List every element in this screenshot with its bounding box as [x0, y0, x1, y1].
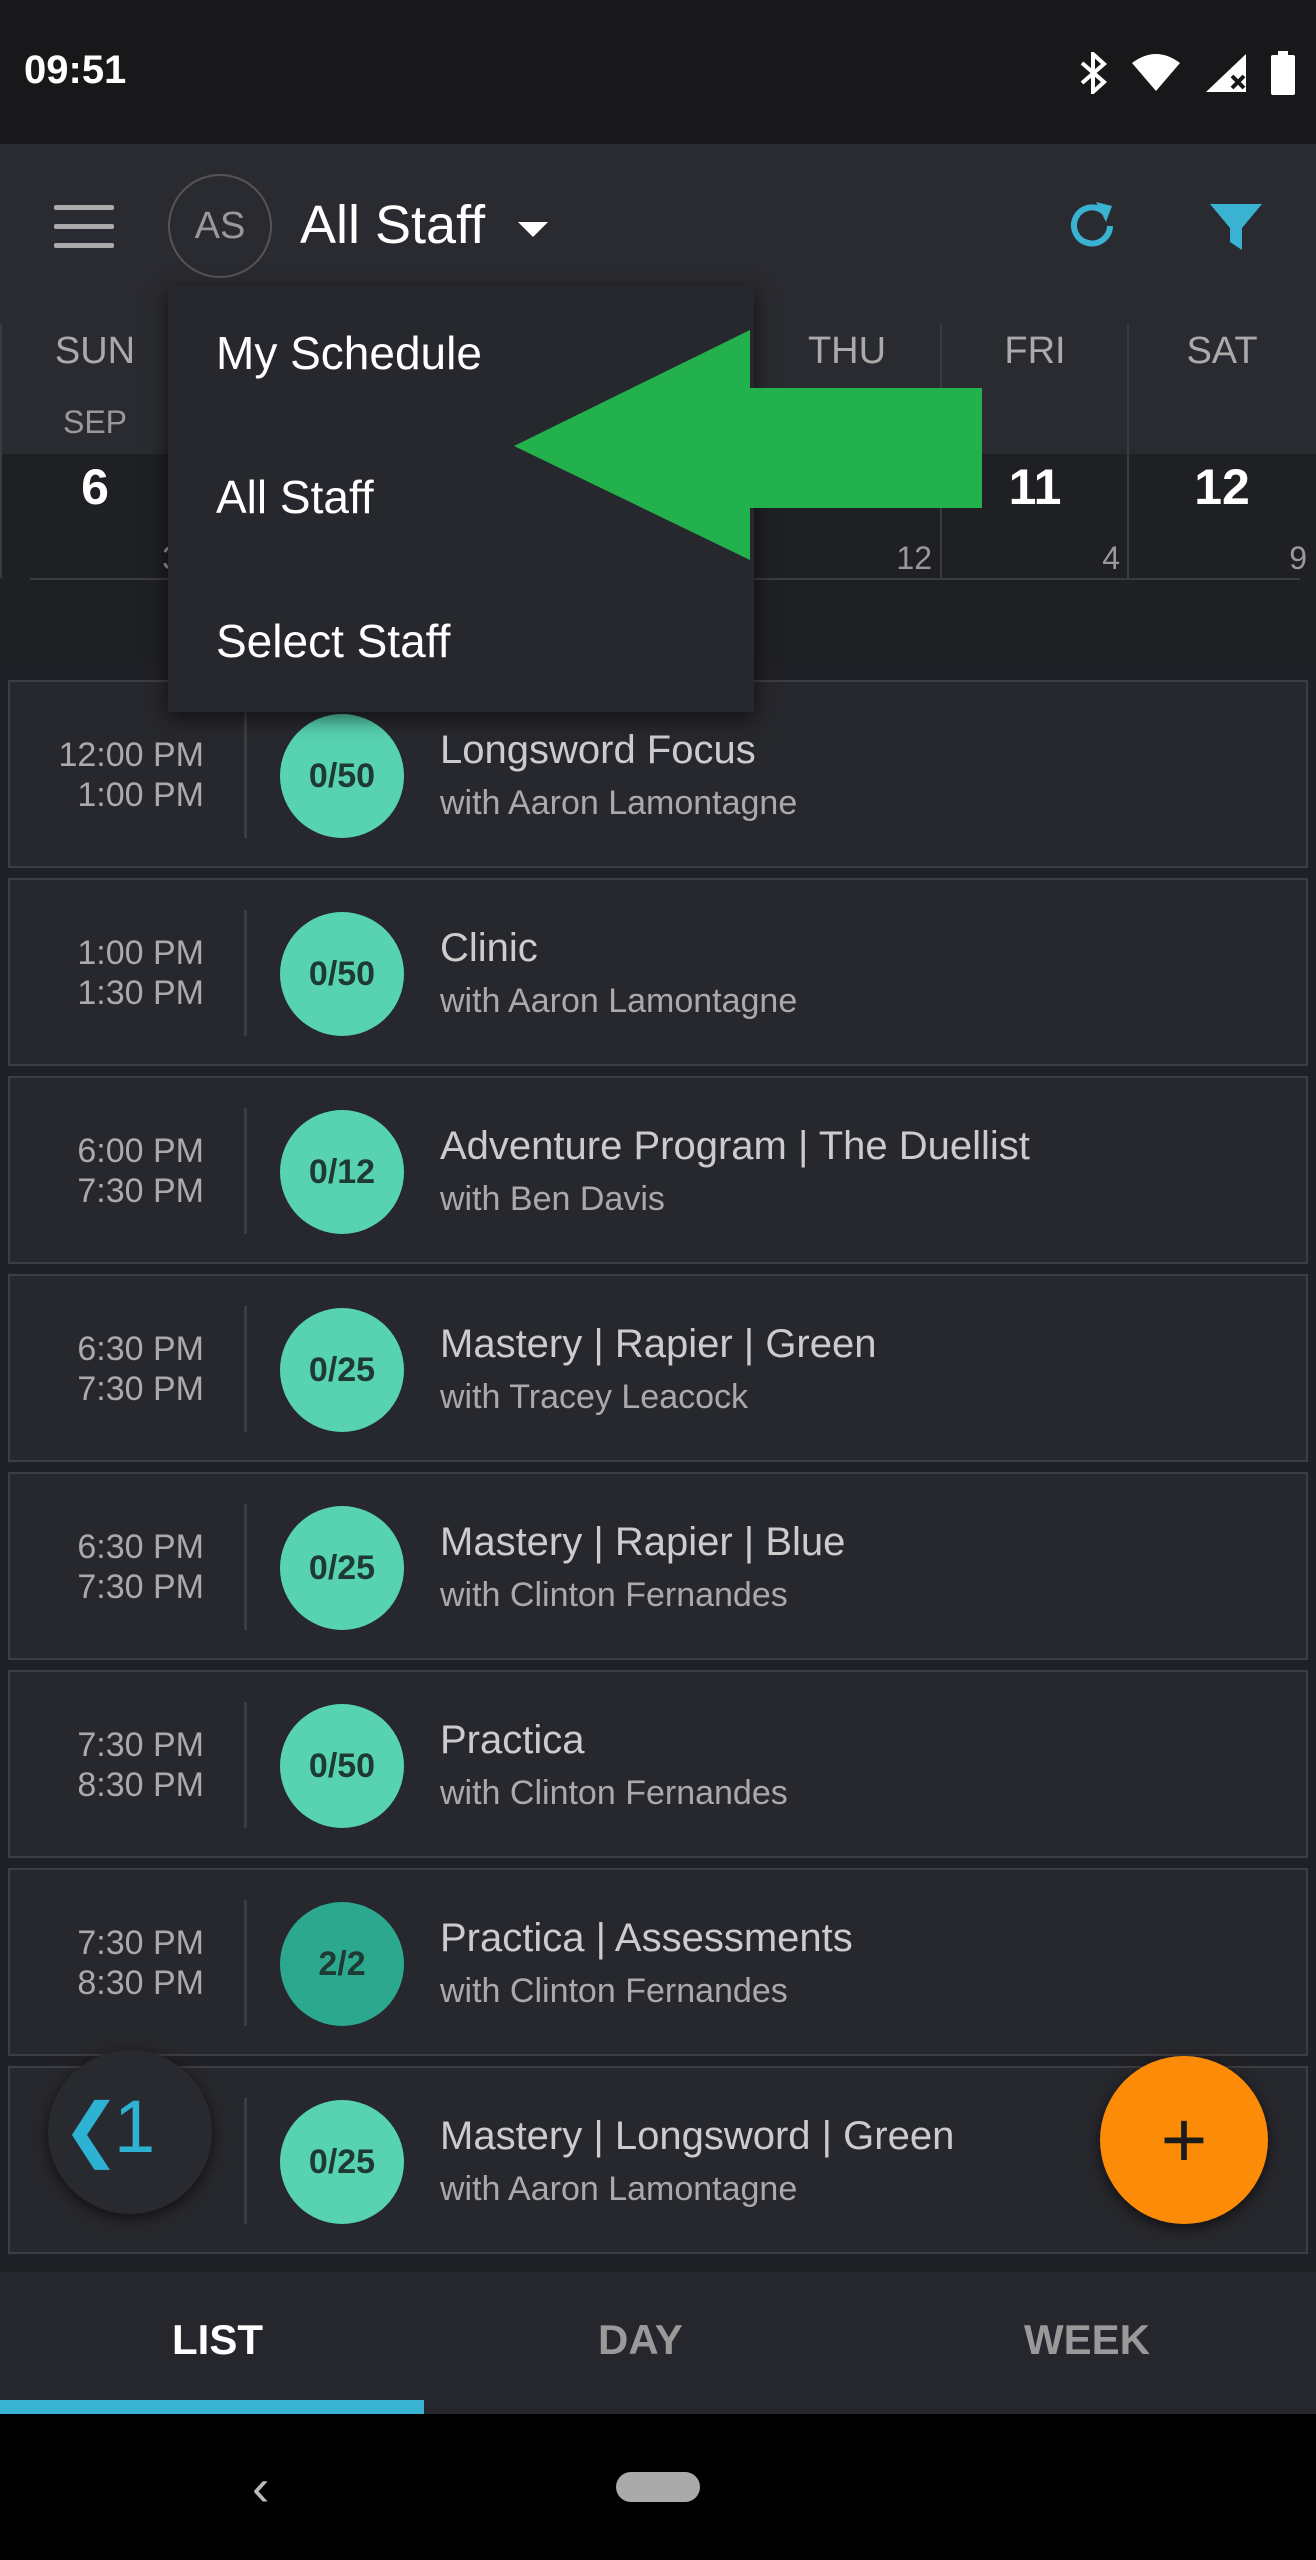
- class-name: Mastery | Rapier | Blue: [440, 1520, 846, 1564]
- annotation-arrow-icon: [514, 330, 982, 560]
- class-name: Practica: [440, 1718, 585, 1762]
- class-end-time: 1:00 PM: [77, 776, 204, 814]
- status-time: 09:51: [24, 48, 127, 92]
- row-divider: [244, 1900, 247, 2026]
- class-start-time: 1:00 PM: [77, 934, 204, 972]
- bluetooth-icon: [1080, 52, 1108, 94]
- row-divider: [244, 712, 247, 838]
- nav-home-icon[interactable]: [616, 2472, 700, 2502]
- menu-icon[interactable]: [54, 205, 114, 249]
- day-weekday: SAT: [1186, 330, 1258, 372]
- battery-icon: [1271, 51, 1295, 95]
- class-name: Mastery | Longsword | Green: [440, 2114, 955, 2158]
- wifi-icon: [1132, 54, 1180, 91]
- capacity-badge: 0/25: [280, 2100, 404, 2224]
- class-start-time: 7:30 PM: [77, 1726, 204, 1764]
- class-end-time: 7:30 PM: [77, 1172, 204, 1210]
- status-icons: [1078, 48, 1296, 98]
- class-name: Longsword Focus: [440, 728, 756, 772]
- back-page-button[interactable]: ❮ 1: [48, 2050, 212, 2214]
- day-count: 9: [1289, 540, 1307, 576]
- menu-item-my-schedule[interactable]: My Schedule: [216, 326, 482, 380]
- nav-back-icon[interactable]: ‹: [252, 2458, 269, 2518]
- class-start-time: 7:30 PM: [77, 1924, 204, 1962]
- capacity-badge: 2/2: [280, 1902, 404, 2026]
- row-divider: [244, 1702, 247, 1828]
- class-row[interactable]: 1:00 PM 1:30 PM 0/50 Clinic with Aaron L…: [8, 878, 1308, 1066]
- class-end-time: 8:30 PM: [77, 1766, 204, 1804]
- add-button[interactable]: +: [1100, 2056, 1268, 2224]
- row-divider: [244, 1504, 247, 1630]
- class-start-time: 6:00 PM: [77, 1132, 204, 1170]
- class-row[interactable]: 7:30 PM 8:30 PM 0/50 Practica with Clint…: [8, 1670, 1308, 1858]
- capacity-badge: 0/25: [280, 1506, 404, 1630]
- chevron-left-icon: ❮: [62, 2090, 121, 2168]
- tab-day[interactable]: DAY: [598, 2316, 683, 2364]
- filter-icon[interactable]: [1206, 200, 1266, 256]
- capacity-badge: 0/50: [280, 912, 404, 1036]
- day-date: 12: [1194, 459, 1250, 515]
- capacity-badge: 0/25: [280, 1308, 404, 1432]
- refresh-icon[interactable]: [1062, 196, 1122, 256]
- class-row[interactable]: 6:30 PM 7:30 PM 0/25 Mastery | Rapier | …: [8, 1274, 1308, 1462]
- class-instructor: with Tracey Leacock: [440, 1378, 749, 1416]
- signal-icon: [1206, 54, 1246, 92]
- active-tab-indicator: [0, 2400, 424, 2414]
- capacity-badge: 0/50: [280, 1704, 404, 1828]
- page-number: 1: [114, 2085, 156, 2168]
- class-end-time: 8:30 PM: [77, 1964, 204, 2002]
- day-cell-sun[interactable]: SUN SEP 6 3: [0, 324, 188, 578]
- class-list: 12:00 PM 1:00 PM 0/50 Longsword Focus wi…: [0, 662, 1316, 2270]
- capacity-badge: 0/12: [280, 1110, 404, 1234]
- menu-item-select-staff[interactable]: Select Staff: [216, 614, 450, 668]
- class-row[interactable]: 7:30 PM 8:30 PM 2/2 Practica | Assessmen…: [8, 1868, 1308, 2056]
- day-month: SEP: [62, 404, 128, 440]
- day-count: 4: [1102, 540, 1120, 576]
- avatar[interactable]: AS: [168, 174, 272, 278]
- class-end-time: 7:30 PM: [77, 1568, 204, 1606]
- day-weekday: SUN: [54, 330, 136, 372]
- row-divider: [244, 1306, 247, 1432]
- view-tab-bar: LIST DAY WEEK: [0, 2272, 1316, 2414]
- class-name: Clinic: [440, 926, 538, 970]
- class-start-time: 6:30 PM: [77, 1330, 204, 1368]
- tab-week[interactable]: WEEK: [1024, 2316, 1150, 2364]
- class-instructor: with Ben Davis: [440, 1180, 665, 1218]
- status-bar: 09:51: [0, 0, 1316, 144]
- day-date: 6: [81, 459, 109, 515]
- class-row[interactable]: 6:00 PM 7:30 PM 0/12 Adventure Program |…: [8, 1076, 1308, 1264]
- class-start-time: 6:30 PM: [77, 1528, 204, 1566]
- row-divider: [244, 1108, 247, 1234]
- class-instructor: with Clinton Fernandes: [440, 1972, 788, 2010]
- class-name: Practica | Assessments: [440, 1916, 853, 1960]
- class-instructor: with Aaron Lamontagne: [440, 784, 798, 822]
- row-divider: [244, 2098, 247, 2224]
- class-name: Mastery | Rapier | Green: [440, 1322, 877, 1366]
- class-instructor: with Clinton Fernandes: [440, 1576, 788, 1614]
- capacity-badge: 0/50: [280, 714, 404, 838]
- class-instructor: with Aaron Lamontagne: [440, 982, 798, 1020]
- chevron-down-icon[interactable]: [518, 222, 548, 237]
- row-divider: [244, 910, 247, 1036]
- class-row[interactable]: 6:30 PM 7:30 PM 0/25 Mastery | Rapier | …: [8, 1472, 1308, 1660]
- class-name: Adventure Program | The Duellist: [440, 1124, 1030, 1168]
- class-instructor: with Aaron Lamontagne: [440, 2170, 798, 2208]
- class-start-time: 12:00 PM: [58, 736, 204, 774]
- menu-item-all-staff[interactable]: All Staff: [216, 470, 374, 524]
- day-cell-sat[interactable]: SAT 12 9: [1127, 324, 1315, 578]
- class-end-time: 1:30 PM: [77, 974, 204, 1012]
- class-instructor: with Clinton Fernandes: [440, 1774, 788, 1812]
- class-end-time: 7:30 PM: [77, 1370, 204, 1408]
- staff-selector-title[interactable]: All Staff: [300, 194, 485, 256]
- tab-list[interactable]: LIST: [172, 2316, 263, 2364]
